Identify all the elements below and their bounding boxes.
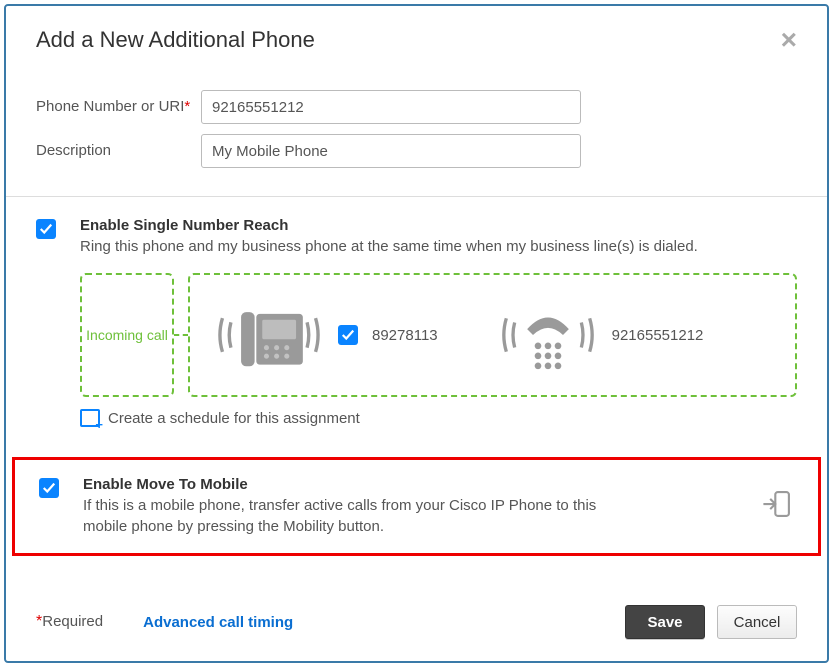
phone-label-text: Phone Number or URI	[36, 98, 184, 115]
move-to-mobile-section: Enable Move To Mobile If this is a mobil…	[12, 457, 821, 556]
ring-group-box: 89278113	[188, 273, 797, 397]
required-asterisk: *	[184, 98, 190, 115]
move-title: Enable Move To Mobile	[83, 476, 643, 493]
snr-section: Enable Single Number Reach Ring this pho…	[6, 197, 827, 445]
move-to-mobile-checkbox[interactable]	[39, 478, 59, 498]
dialog-header: Add a New Additional Phone ×	[6, 6, 827, 70]
calendar-add-icon	[80, 409, 100, 427]
snr-text: Enable Single Number Reach Ring this pho…	[80, 217, 698, 257]
move-desc: If this is a mobile phone, transfer acti…	[83, 496, 643, 537]
required-note: *Required	[36, 613, 103, 631]
dialog-footer: *Required Advanced call timing Save Canc…	[6, 587, 827, 661]
incoming-call-label: Incoming call	[86, 326, 168, 344]
desk-phone-device: 89278113	[214, 295, 438, 375]
mobile-number: 92165551212	[612, 327, 704, 344]
close-icon[interactable]: ×	[781, 24, 797, 56]
add-phone-dialog: Add a New Additional Phone × Phone Numbe…	[4, 4, 829, 663]
snr-desc: Ring this phone and my business phone at…	[80, 237, 698, 257]
desk-phone-checkbox[interactable]	[338, 325, 358, 345]
mobile-device: 92165551212	[498, 295, 704, 375]
snr-checkbox[interactable]	[36, 219, 56, 239]
phone-row: Phone Number or URI*	[36, 90, 797, 124]
snr-option: Enable Single Number Reach Ring this pho…	[36, 217, 797, 257]
description-label: Description	[36, 142, 201, 161]
required-text: Required	[42, 613, 103, 630]
create-schedule-link[interactable]: Create a schedule for this assignment	[80, 409, 797, 427]
phone-label: Phone Number or URI*	[36, 98, 201, 117]
cancel-button[interactable]: Cancel	[717, 605, 797, 639]
move-text: Enable Move To Mobile If this is a mobil…	[83, 476, 643, 537]
form-area: Phone Number or URI* Description	[6, 70, 827, 196]
description-input[interactable]	[201, 134, 581, 168]
phone-number-input[interactable]	[201, 90, 581, 124]
move-to-mobile-icon	[760, 487, 794, 526]
desk-phone-icon	[214, 295, 324, 375]
diagram-connector	[174, 334, 188, 336]
advanced-call-timing-link[interactable]: Advanced call timing	[143, 614, 293, 631]
schedule-label: Create a schedule for this assignment	[108, 410, 360, 427]
check-icon	[42, 481, 56, 495]
dialog-title: Add a New Additional Phone	[36, 27, 315, 53]
handset-ring-icon	[498, 295, 598, 375]
check-icon	[341, 328, 355, 342]
call-diagram: Incoming call	[80, 273, 797, 397]
snr-title: Enable Single Number Reach	[80, 217, 698, 234]
save-button[interactable]: Save	[625, 605, 705, 639]
description-row: Description	[36, 134, 797, 168]
footer-buttons: Save Cancel	[625, 605, 797, 639]
incoming-call-box: Incoming call	[80, 273, 174, 397]
check-icon	[39, 222, 53, 236]
desk-phone-number: 89278113	[372, 327, 438, 344]
